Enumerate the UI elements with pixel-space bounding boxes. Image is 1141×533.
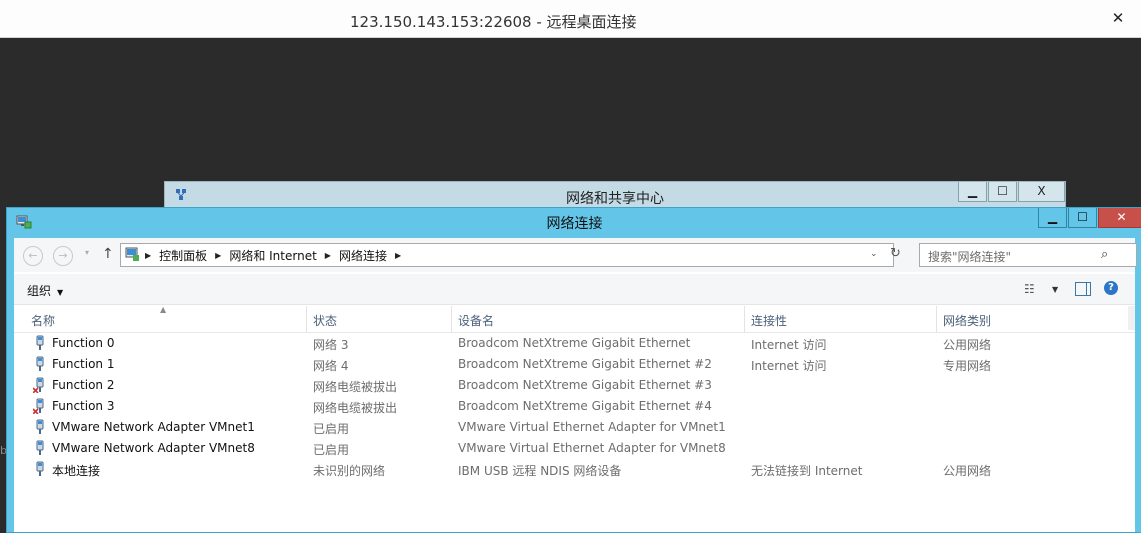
search-icon[interactable]: ⌕ bbox=[1101, 247, 1108, 262]
device-name: Broadcom NetXtreme Gigabit Ethernet #3 bbox=[458, 378, 712, 392]
search-box[interactable]: 搜索"网络连接" ⌕ bbox=[919, 243, 1137, 267]
network-adapter-icon bbox=[36, 461, 44, 476]
back-maximize-button[interactable]: ☐ bbox=[988, 182, 1017, 202]
control-panel-icon bbox=[125, 247, 139, 261]
recent-locations-dropdown[interactable]: ▾ bbox=[85, 248, 89, 257]
breadcrumb-separator-icon[interactable]: ▶ bbox=[395, 251, 401, 260]
connectivity: 无法链接到 Internet bbox=[751, 464, 863, 478]
table-row[interactable]: Function 2 网络电缆被拔出 Broadcom NetXtreme Giga… bbox=[14, 375, 1135, 396]
connection-name: Function 0 bbox=[52, 336, 115, 350]
connection-status: 网络电缆被拔出 bbox=[313, 401, 398, 415]
command-bar: 组织 ▼ ☷ ▼ ? bbox=[14, 274, 1135, 305]
network-adapter-icon bbox=[36, 419, 44, 434]
column-headers: ▲ 名称 状态 设备名 连接性 网络类别 bbox=[14, 305, 1135, 333]
column-header-connectivity[interactable]: 连接性 bbox=[751, 312, 787, 329]
refresh-icon[interactable]: ↻ bbox=[890, 246, 901, 261]
back-window-title: 网络和共享中心 bbox=[566, 191, 664, 207]
minimize-button[interactable]: ▁ bbox=[1038, 208, 1067, 228]
rdp-title: 123.150.143.153:22608 - 远程桌面连接 bbox=[350, 13, 637, 31]
table-row[interactable]: VMware Network Adapter VMnet1 已启用 VMware V… bbox=[14, 417, 1135, 438]
connectivity: Internet 访问 bbox=[751, 338, 827, 352]
table-row[interactable]: Function 0 网络 3 Broadcom NetXtreme Gigabit… bbox=[14, 333, 1135, 354]
view-dropdown-icon[interactable]: ▼ bbox=[1052, 285, 1058, 294]
window-controls: ▁ ☐ ✕ bbox=[1037, 208, 1141, 228]
back-minimize-button[interactable]: ▁ bbox=[958, 182, 987, 202]
back-close-button[interactable]: X bbox=[1018, 182, 1065, 202]
device-name: Broadcom NetXtreme Gigabit Ethernet #4 bbox=[458, 399, 712, 413]
connectivity: Internet 访问 bbox=[751, 359, 827, 373]
organize-caret-icon: ▼ bbox=[57, 288, 64, 297]
network-adapter-unplugged-icon bbox=[33, 398, 44, 414]
device-name: VMware Virtual Ethernet Adapter for VMne… bbox=[458, 441, 726, 455]
view-options-icon[interactable]: ☷ bbox=[1024, 282, 1035, 296]
address-dropdown-icon[interactable]: ⌄ bbox=[870, 249, 878, 259]
column-divider[interactable] bbox=[744, 306, 745, 332]
help-icon[interactable]: ? bbox=[1104, 281, 1118, 295]
sort-ascending-icon: ▲ bbox=[160, 305, 167, 314]
table-row[interactable]: VMware Network Adapter VMnet8 已启用 VMware V… bbox=[14, 438, 1135, 459]
connection-status: 网络电缆被拔出 bbox=[313, 380, 398, 394]
connection-status: 已启用 bbox=[313, 443, 350, 457]
close-button[interactable]: ✕ bbox=[1098, 208, 1141, 228]
back-window-controls: ▁ ☐ X bbox=[957, 182, 1065, 202]
back-button[interactable]: ← bbox=[23, 246, 43, 266]
preview-pane-icon[interactable] bbox=[1075, 282, 1091, 296]
breadcrumb: ▶ 控制面板 ▶ 网络和 Internet ▶ 网络连接 ▶ bbox=[145, 244, 409, 266]
breadcrumb-network-internet[interactable]: 网络和 Internet bbox=[229, 247, 316, 264]
window-title: 网络连接 bbox=[546, 216, 603, 232]
organize-menu-button[interactable]: 组织 ▼ bbox=[27, 282, 63, 299]
column-header-category[interactable]: 网络类别 bbox=[943, 312, 991, 329]
network-adapter-icon bbox=[36, 440, 44, 455]
column-divider[interactable] bbox=[306, 306, 307, 332]
network-adapter-icon bbox=[36, 356, 44, 371]
device-name: VMware Virtual Ethernet Adapter for VMne… bbox=[458, 420, 726, 434]
network-adapter-unplugged-icon bbox=[33, 377, 44, 393]
network-category: 专用网络 bbox=[943, 359, 992, 373]
column-header-status[interactable]: 状态 bbox=[313, 312, 337, 329]
connection-status: 网络 3 bbox=[313, 338, 349, 352]
network-connections-window: 网络连接 ▁ ☐ ✕ ← → ▾ ↑ ▶ 控制面板 ▶ 网络和 Internet… bbox=[6, 207, 1141, 533]
table-row[interactable]: 本地连接 未识别的网络 IBM USB 远程 NDIS 网络设备 无法链接到 Inte… bbox=[14, 459, 1135, 480]
column-header-name[interactable]: 名称 bbox=[31, 312, 55, 329]
navigation-bar: ← → ▾ ↑ ▶ 控制面板 ▶ 网络和 Internet ▶ 网络连接 ▶ ⌄… bbox=[14, 238, 1137, 272]
rdp-close-button[interactable]: ✕ bbox=[1110, 10, 1126, 26]
window-client-area: ← → ▾ ↑ ▶ 控制面板 ▶ 网络和 Internet ▶ 网络连接 ▶ ⌄… bbox=[14, 238, 1137, 532]
device-name: IBM USB 远程 NDIS 网络设备 bbox=[458, 464, 622, 478]
connection-name: VMware Network Adapter VMnet1 bbox=[52, 420, 255, 434]
connection-name: Function 2 bbox=[52, 378, 115, 392]
connection-name: 本地连接 bbox=[52, 464, 101, 478]
breadcrumb-separator-icon[interactable]: ▶ bbox=[145, 251, 151, 260]
connection-status: 网络 4 bbox=[313, 359, 349, 373]
maximize-button[interactable]: ☐ bbox=[1068, 208, 1097, 228]
up-button[interactable]: ↑ bbox=[102, 246, 114, 262]
connection-name: Function 1 bbox=[52, 357, 115, 371]
connection-name: VMware Network Adapter VMnet8 bbox=[52, 441, 255, 455]
breadcrumb-separator-icon[interactable]: ▶ bbox=[325, 251, 331, 260]
network-category: 公用网络 bbox=[943, 338, 992, 352]
connection-status: 未识别的网络 bbox=[313, 464, 386, 478]
rdp-title-bar: 123.150.143.153:22608 - 远程桌面连接 ✕ bbox=[0, 0, 1141, 38]
connection-status: 已启用 bbox=[313, 422, 350, 436]
organize-label: 组织 bbox=[27, 284, 52, 298]
column-header-device[interactable]: 设备名 bbox=[458, 312, 494, 329]
column-divider[interactable] bbox=[936, 306, 937, 332]
device-name: Broadcom NetXtreme Gigabit Ethernet #2 bbox=[458, 357, 712, 371]
address-bar[interactable]: ▶ 控制面板 ▶ 网络和 Internet ▶ 网络连接 ▶ ⌄ ↻ bbox=[120, 243, 901, 267]
device-name: Broadcom NetXtreme Gigabit Ethernet bbox=[458, 336, 691, 350]
scrollbar[interactable] bbox=[1128, 306, 1135, 330]
forward-button[interactable]: → bbox=[53, 246, 73, 266]
network-adapter-icon bbox=[36, 335, 44, 350]
table-row[interactable]: Function 3 网络电缆被拔出 Broadcom NetXtreme Giga… bbox=[14, 396, 1135, 417]
table-row[interactable]: Function 1 网络 4 Broadcom NetXtreme Gigabit… bbox=[14, 354, 1135, 375]
connection-name: Function 3 bbox=[52, 399, 115, 413]
breadcrumb-network-connections[interactable]: 网络连接 bbox=[339, 247, 387, 264]
breadcrumb-control-panel[interactable]: 控制面板 bbox=[159, 247, 207, 264]
search-input[interactable]: 搜索"网络连接" bbox=[928, 248, 1011, 265]
column-divider[interactable] bbox=[451, 306, 452, 332]
breadcrumb-separator-icon[interactable]: ▶ bbox=[215, 251, 221, 260]
network-category: 公用网络 bbox=[943, 464, 992, 478]
